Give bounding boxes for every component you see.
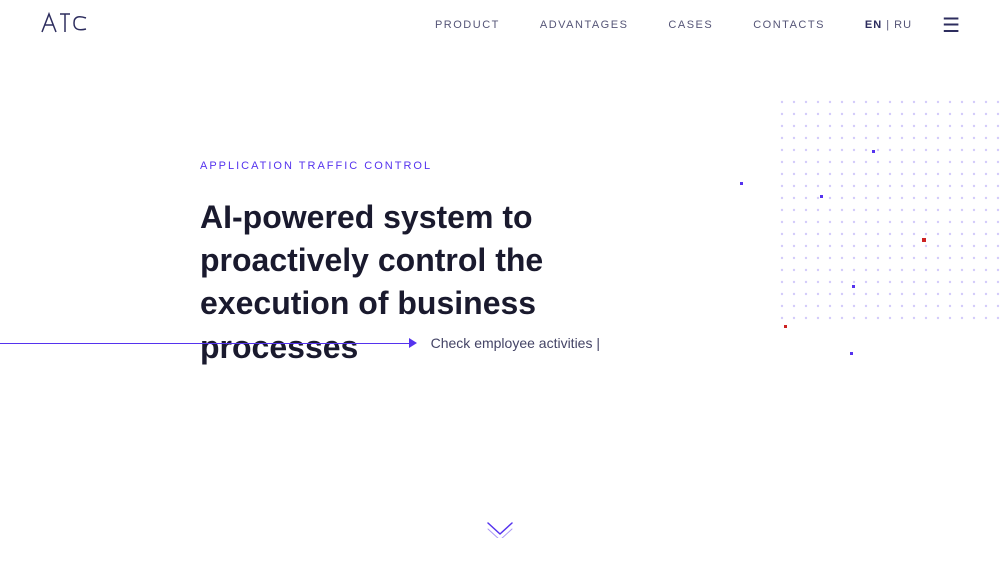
cta-text[interactable]: Check employee activities |: [431, 335, 600, 351]
scatter-dot-4: [922, 238, 926, 242]
header: PRODUCT ADVANTAGES CASES CONTACTS EN | R…: [0, 0, 1000, 50]
hero-section: APPLICATION TRAFFIC CONTROL AI-powered s…: [200, 160, 700, 419]
hamburger-icon: ☰: [942, 13, 960, 38]
hero-subtitle: APPLICATION TRAFFIC CONTROL: [200, 160, 700, 172]
nav-contacts[interactable]: CONTACTS: [753, 19, 825, 31]
lang-ru[interactable]: RU: [894, 19, 912, 31]
scatter-dot-7: [850, 352, 853, 355]
hamburger-menu[interactable]: ☰: [942, 13, 960, 38]
nav-product[interactable]: PRODUCT: [435, 19, 500, 31]
logo[interactable]: [40, 8, 100, 42]
main-nav: PRODUCT ADVANTAGES CASES CONTACTS: [435, 19, 825, 31]
cta-line-bar: [0, 343, 411, 344]
lang-en[interactable]: EN: [865, 19, 882, 31]
nav-advantages[interactable]: ADVANTAGES: [540, 19, 629, 31]
decorative-dots: [720, 100, 1000, 380]
scatter-dot-1: [740, 182, 743, 185]
scatter-dot-2: [820, 195, 823, 198]
scatter-dot-6: [784, 325, 787, 328]
nav-cases[interactable]: CASES: [668, 19, 713, 31]
language-switcher[interactable]: EN | RU: [865, 19, 912, 31]
scatter-dot-5: [852, 285, 855, 288]
scroll-down-chevron[interactable]: [485, 518, 515, 538]
cta-section: Check employee activities |: [0, 335, 600, 351]
lang-separator: |: [882, 19, 894, 31]
scatter-dot-3: [872, 150, 875, 153]
